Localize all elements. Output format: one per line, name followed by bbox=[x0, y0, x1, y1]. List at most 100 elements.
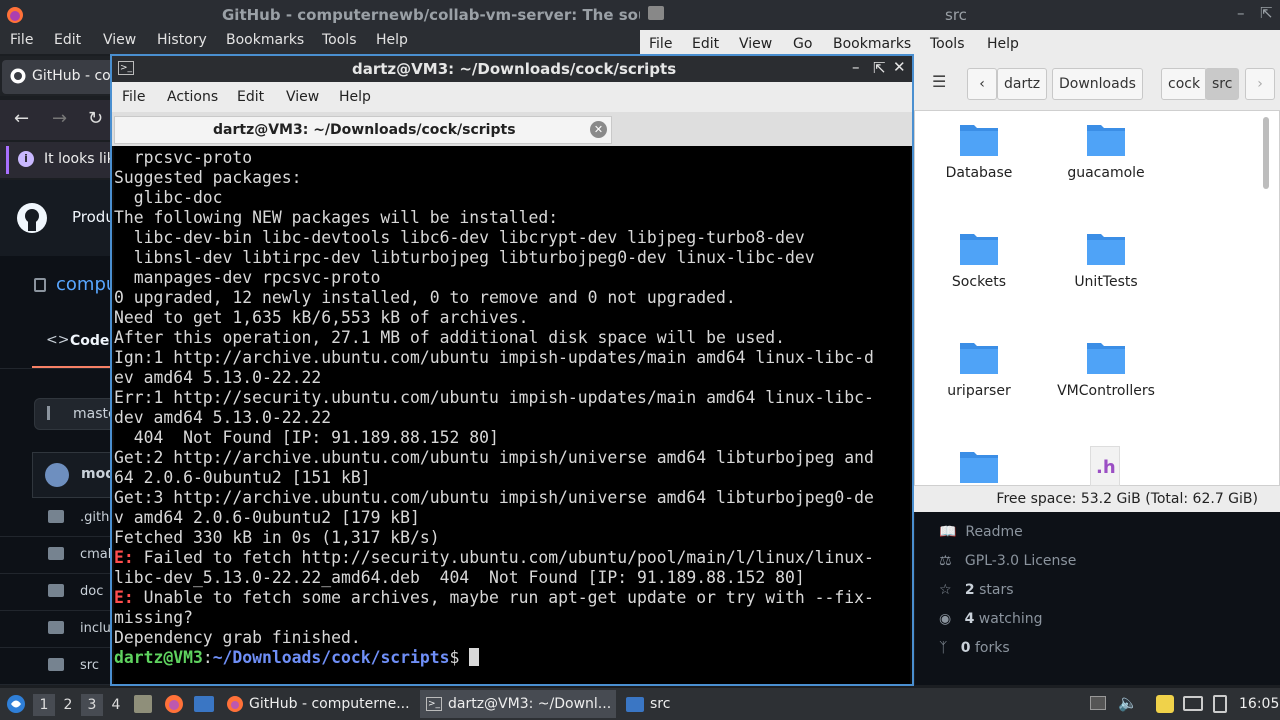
breadcrumb-src[interactable]: src bbox=[1205, 68, 1240, 100]
repo-owner-link[interactable]: compu bbox=[56, 274, 117, 295]
breadcrumb-cock[interactable]: cock bbox=[1161, 68, 1208, 100]
github-page: Produ compu <> Code maste mod .githu cma… bbox=[0, 180, 124, 685]
task-label: GitHub - computerne... bbox=[249, 696, 410, 712]
watching-link[interactable]: ◉ 4 watching bbox=[939, 611, 1043, 627]
file-manager-titlebar[interactable]: src – ⇱ bbox=[640, 0, 1280, 30]
task-terminal[interactable]: >_ dartz@VM3: ~/Downl... bbox=[420, 690, 616, 718]
terminal-prompt[interactable]: dartz@VM3:~/Downloads/cock/scripts$ bbox=[114, 648, 910, 668]
workspace-1[interactable]: 1 bbox=[33, 694, 55, 716]
firefox-launcher-icon[interactable] bbox=[164, 694, 184, 714]
file-row[interactable]: src bbox=[0, 648, 112, 685]
task-firefox[interactable]: GitHub - computerne... bbox=[222, 690, 414, 718]
term-menu-edit[interactable]: Edit bbox=[237, 89, 264, 105]
terminal-titlebar[interactable]: >_ dartz@VM3: ~/Downloads/cock/scripts –… bbox=[112, 56, 912, 82]
error-text: Unable to fetch some archives, maybe run… bbox=[133, 588, 874, 607]
breadcrumb-downloads[interactable]: Downloads bbox=[1052, 68, 1143, 100]
maximize-icon[interactable]: ⇱ bbox=[1260, 4, 1273, 22]
maximize-icon[interactable]: ⇱ bbox=[873, 59, 886, 77]
workspace-2[interactable]: 2 bbox=[57, 694, 79, 716]
ff-menu-file[interactable]: File bbox=[10, 32, 33, 48]
folder-item[interactable]: Database bbox=[919, 111, 1039, 181]
fm-menu-edit[interactable]: Edit bbox=[692, 36, 719, 52]
forward-arrow-icon[interactable]: → bbox=[52, 108, 67, 129]
clipboard-icon[interactable] bbox=[1156, 695, 1174, 713]
header-product-menu[interactable]: Produ bbox=[72, 208, 115, 226]
file-row[interactable]: cmak bbox=[0, 537, 115, 574]
file-row[interactable]: doc bbox=[0, 574, 112, 611]
file-row[interactable]: .githu bbox=[0, 500, 118, 537]
terminal-line: libc-dev_5.13.0-22.22_amd64.deb 404 Not … bbox=[114, 568, 805, 587]
task-file-manager[interactable]: src bbox=[622, 690, 702, 718]
fm-menu-view[interactable]: View bbox=[739, 36, 772, 52]
terminal-output[interactable]: rpcsvc-proto Suggested packages: glibc-do… bbox=[114, 146, 910, 684]
close-tab-icon[interactable]: ✕ bbox=[590, 121, 607, 138]
folder-item[interactable] bbox=[919, 438, 1039, 492]
terminal-tab[interactable]: dartz@VM3: ~/Downloads/cock/scripts ✕ bbox=[114, 116, 612, 144]
terminal-window[interactable]: >_ dartz@VM3: ~/Downloads/cock/scripts –… bbox=[110, 54, 914, 686]
term-menu-file[interactable]: File bbox=[122, 89, 145, 105]
folder-icon bbox=[48, 621, 64, 634]
firefox-titlebar[interactable]: GitHub - computernewb/collab-vm-server: … bbox=[0, 0, 649, 30]
github-logo-icon[interactable] bbox=[16, 202, 48, 234]
ff-menu-help[interactable]: Help bbox=[376, 32, 408, 48]
workspace-4[interactable]: 4 bbox=[105, 694, 127, 716]
term-menu-help[interactable]: Help bbox=[339, 89, 371, 105]
firefox-menubar: File Edit View History Bookmarks Tools H… bbox=[0, 30, 640, 54]
volume-icon[interactable]: 🔈 bbox=[1118, 693, 1138, 712]
tab-code[interactable]: <> Code bbox=[32, 330, 112, 368]
terminal-line: 404 Not Found [IP: 91.189.88.152 80] bbox=[114, 428, 499, 447]
list-view-icon[interactable]: ☰ bbox=[932, 72, 946, 91]
notification-text: It looks lik bbox=[44, 151, 115, 167]
network-icon[interactable] bbox=[1183, 696, 1203, 711]
folder-item[interactable]: guacamole bbox=[1046, 111, 1166, 181]
minimize-icon[interactable]: – bbox=[1237, 4, 1245, 22]
ff-menu-tools[interactable]: Tools bbox=[322, 32, 357, 48]
term-menu-actions[interactable]: Actions bbox=[167, 89, 218, 105]
workspace-3[interactable]: 3 bbox=[81, 694, 103, 716]
back-arrow-icon[interactable]: ← bbox=[14, 108, 29, 129]
folder-item[interactable]: uriparser bbox=[919, 329, 1039, 399]
breadcrumb-back-button[interactable]: ‹ bbox=[967, 68, 997, 100]
fm-scrollbar[interactable] bbox=[1263, 117, 1269, 189]
battery-icon[interactable] bbox=[1213, 695, 1227, 713]
fm-icon-view[interactable]: Database guacamole Sockets UnitTests uri… bbox=[914, 110, 1280, 486]
clock[interactable]: 16:05 bbox=[1239, 696, 1279, 712]
minimize-icon[interactable]: – bbox=[852, 58, 860, 76]
ff-menu-history[interactable]: History bbox=[157, 32, 207, 48]
header-file-icon[interactable]: .h bbox=[1090, 446, 1120, 486]
tray-eject-icon[interactable] bbox=[1090, 696, 1106, 710]
avatar[interactable] bbox=[45, 463, 69, 487]
folder-item[interactable]: UnitTests bbox=[1046, 220, 1166, 290]
forks-link[interactable]: ᛉ 0 forks bbox=[939, 640, 1010, 656]
fm-menu-go[interactable]: Go bbox=[793, 36, 812, 52]
file-row[interactable]: inclu bbox=[0, 611, 112, 648]
breadcrumb-dartz[interactable]: dartz bbox=[997, 68, 1048, 100]
prompt-char: $ bbox=[449, 648, 470, 667]
folder-icon bbox=[959, 448, 999, 484]
terminal-line: The following NEW packages will be insta… bbox=[114, 208, 559, 227]
scale-icon: ⚖ bbox=[939, 553, 952, 569]
fm-menu-file[interactable]: File bbox=[649, 36, 672, 52]
readme-link[interactable]: 📖 Readme bbox=[939, 524, 1023, 540]
fm-menu-help[interactable]: Help bbox=[987, 36, 1019, 52]
reload-icon[interactable]: ↻ bbox=[88, 108, 103, 129]
ff-menu-bookmarks[interactable]: Bookmarks bbox=[226, 32, 304, 48]
license-link[interactable]: ⚖ GPL-3.0 License bbox=[939, 553, 1076, 569]
close-icon[interactable]: ✕ bbox=[893, 58, 906, 76]
firefox-tab-github[interactable]: GitHub - co bbox=[2, 60, 112, 94]
start-menu-icon[interactable] bbox=[6, 694, 26, 714]
file-manager-launcher-icon[interactable] bbox=[194, 696, 214, 712]
ff-menu-edit[interactable]: Edit bbox=[54, 32, 81, 48]
folder-item[interactable]: Sockets bbox=[919, 220, 1039, 290]
error-prefix: E: bbox=[114, 588, 134, 607]
breadcrumb-forward-button[interactable]: › bbox=[1245, 68, 1275, 100]
ff-menu-view[interactable]: View bbox=[103, 32, 136, 48]
term-menu-view[interactable]: View bbox=[286, 89, 319, 105]
github-favicon-icon bbox=[10, 68, 26, 84]
stars-link[interactable]: ☆ 2 stars bbox=[939, 582, 1014, 598]
fm-menu-tools[interactable]: Tools bbox=[930, 36, 965, 52]
folder-item[interactable]: VMControllers bbox=[1046, 329, 1166, 399]
show-desktop-icon[interactable] bbox=[134, 695, 152, 713]
fm-menu-bookmarks[interactable]: Bookmarks bbox=[833, 36, 911, 52]
taskbar: 1 2 3 4 GitHub - computerne... >_ dartz@… bbox=[0, 688, 1280, 720]
